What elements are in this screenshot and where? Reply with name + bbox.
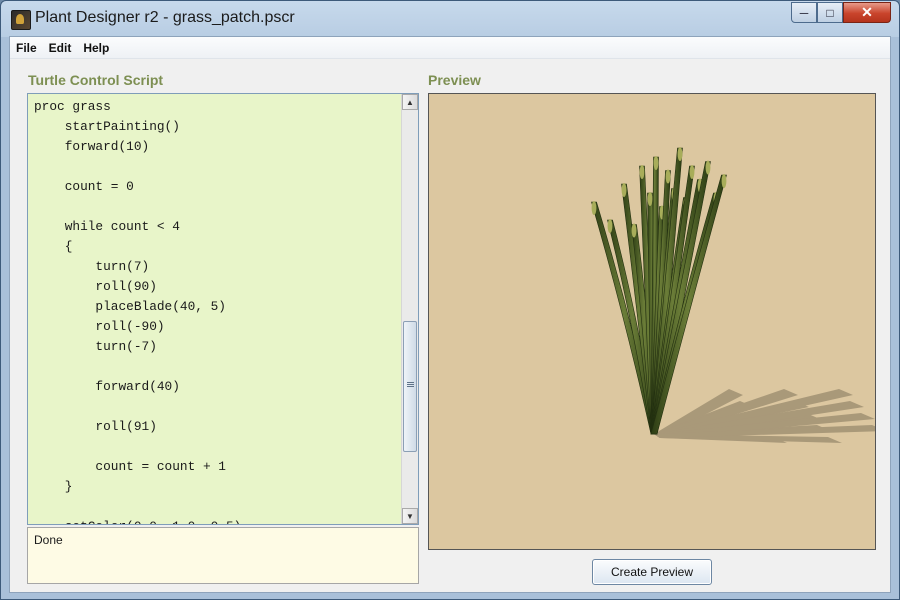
code-line: startPainting() bbox=[34, 119, 180, 134]
minimize-icon: ─ bbox=[799, 5, 809, 20]
close-button[interactable]: ✕ bbox=[843, 2, 891, 23]
grip-icon bbox=[407, 382, 414, 388]
status-text: Done bbox=[34, 533, 63, 547]
code-line: turn(-7) bbox=[34, 339, 157, 354]
menu-file[interactable]: File bbox=[10, 37, 43, 58]
menu-bar: File Edit Help bbox=[10, 37, 890, 59]
arrow-up-icon: ▲ bbox=[406, 97, 414, 107]
window-title: Plant Designer r2 - grass_patch.pscr bbox=[35, 9, 295, 26]
code-line: roll(-90) bbox=[34, 319, 165, 334]
code-line: placeBlade(40, 5) bbox=[34, 299, 226, 314]
code-line: count = 0 bbox=[34, 179, 134, 194]
script-panel-label: Turtle Control Script bbox=[28, 72, 164, 88]
editor-vertical-scrollbar[interactable]: ▲ ▼ bbox=[401, 94, 418, 524]
code-line: { bbox=[34, 239, 73, 254]
scroll-up-button[interactable]: ▲ bbox=[402, 94, 418, 110]
close-icon: ✕ bbox=[861, 4, 873, 20]
create-preview-button[interactable]: Create Preview bbox=[592, 559, 712, 585]
preview-render bbox=[429, 94, 875, 549]
code-line: forward(10) bbox=[34, 139, 150, 154]
minimize-button[interactable]: ─ bbox=[791, 2, 817, 23]
code-line: roll(91) bbox=[34, 419, 157, 434]
status-output: Done bbox=[27, 527, 419, 584]
code-line: turn(7) bbox=[34, 259, 150, 274]
maximize-icon: □ bbox=[826, 5, 834, 20]
script-code[interactable]: proc grass startPainting() forward(10) c… bbox=[34, 97, 242, 524]
title-bar[interactable]: Plant Designer r2 - grass_patch.pscr ─ □… bbox=[1, 1, 899, 36]
code-line: forward(40) bbox=[34, 379, 180, 394]
menu-edit[interactable]: Edit bbox=[43, 37, 78, 58]
code-line: setColor(0.0, 1.0, 0.5) bbox=[34, 517, 242, 524]
plant-app-icon bbox=[11, 10, 31, 30]
code-line: } bbox=[34, 479, 73, 494]
preview-panel-label: Preview bbox=[428, 72, 481, 88]
preview-viewport[interactable] bbox=[428, 93, 876, 550]
app-window: Plant Designer r2 - grass_patch.pscr ─ □… bbox=[0, 0, 900, 600]
window-controls: ─ □ ✕ bbox=[791, 2, 891, 24]
scroll-thumb[interactable] bbox=[403, 321, 417, 452]
scroll-down-button[interactable]: ▼ bbox=[402, 508, 418, 524]
client-area: File Edit Help Turtle Control Script Pre… bbox=[9, 36, 891, 593]
code-line: proc grass bbox=[34, 99, 111, 114]
arrow-down-icon: ▼ bbox=[406, 511, 414, 521]
script-editor[interactable]: proc grass startPainting() forward(10) c… bbox=[27, 93, 419, 525]
menu-help[interactable]: Help bbox=[77, 37, 115, 58]
code-line: roll(90) bbox=[34, 279, 157, 294]
code-line: while count < 4 bbox=[34, 219, 180, 234]
maximize-button[interactable]: □ bbox=[817, 2, 843, 23]
code-line: count = count + 1 bbox=[34, 459, 226, 474]
